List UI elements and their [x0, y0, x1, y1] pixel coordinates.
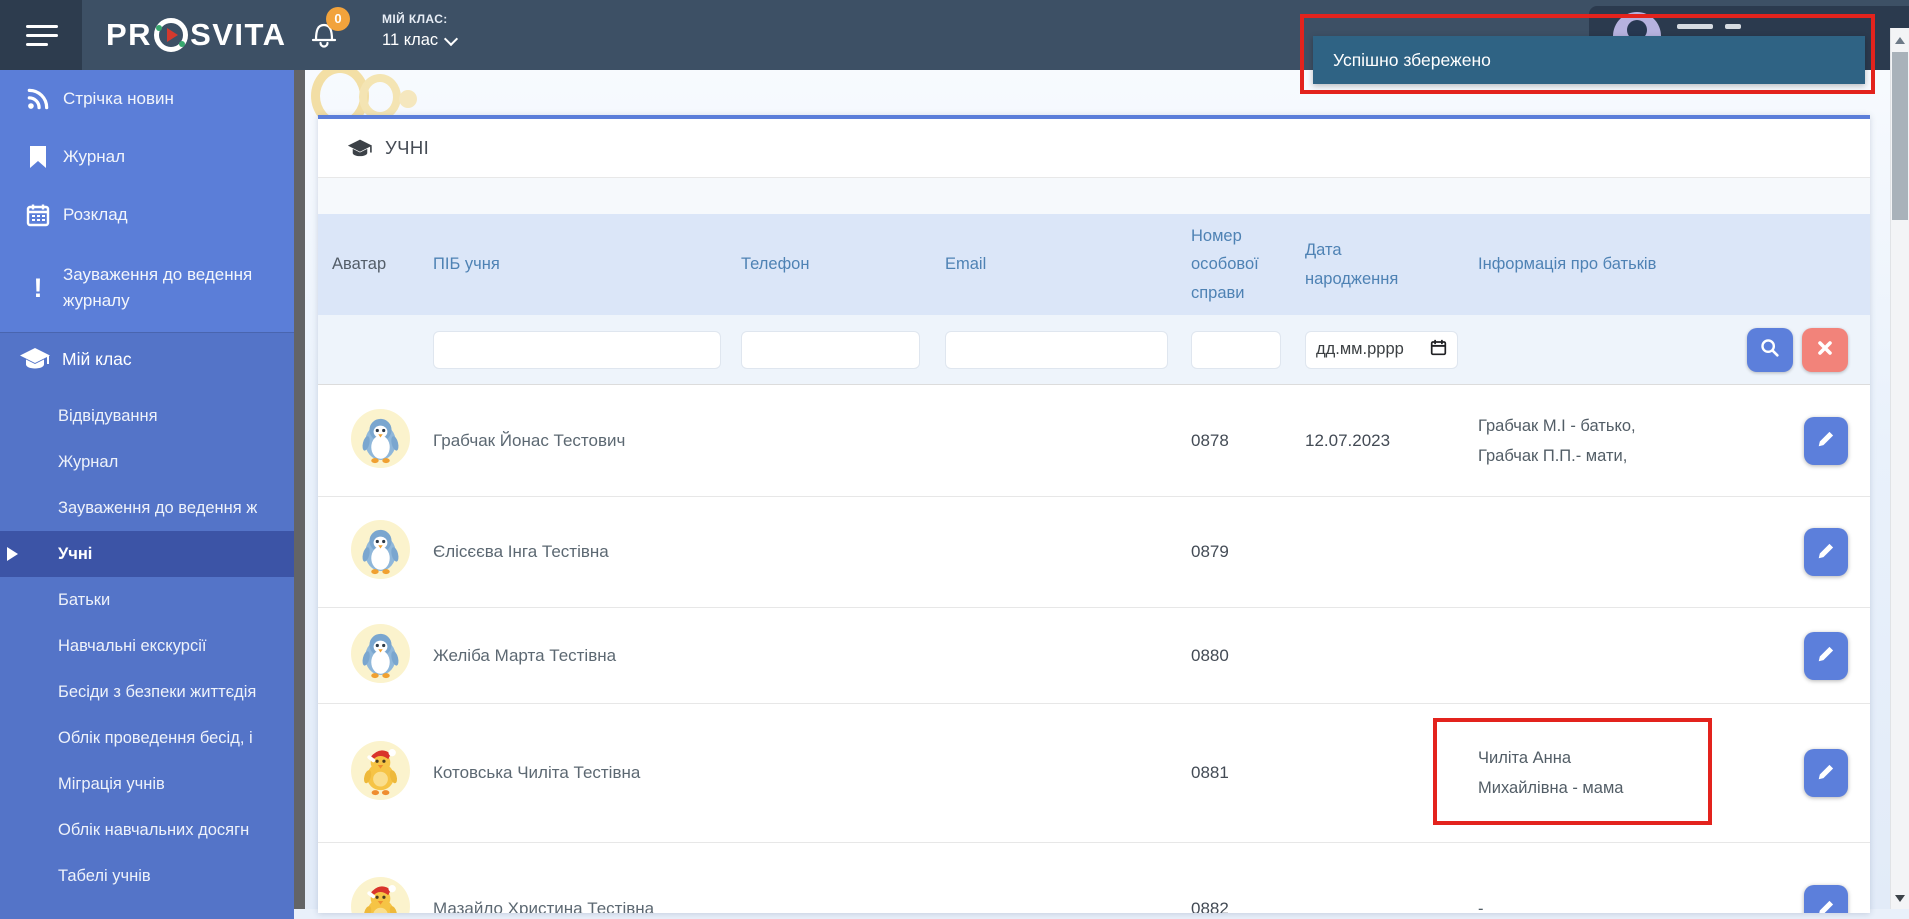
graduation-cap-icon — [347, 138, 373, 159]
student-avatar-chick — [351, 877, 410, 913]
pencil-icon — [1816, 762, 1836, 785]
student-avatar-penguin — [351, 408, 410, 468]
sidebar-section-my-class[interactable]: Мій клас — [0, 333, 294, 385]
my-class-label: МІЙ КЛАС: — [382, 12, 448, 26]
filter-row: дд.мм.рррр — [318, 315, 1870, 385]
scroll-down-icon[interactable] — [1895, 895, 1905, 902]
parents-info: - — [1478, 900, 1484, 913]
students-panel: УЧНІ Аватар ПІБ учня Телефон Email Номер… — [318, 115, 1870, 913]
student-name: Желіба Марта Тестівна — [433, 645, 617, 665]
table-row: Єлісєєва Інга Тестівна 0879 — [318, 497, 1870, 608]
sidebar-item-schedule[interactable]: Розклад — [0, 186, 294, 244]
sidebar-item-achievements[interactable]: Облік навчальних досягн — [0, 807, 294, 853]
table-row: Грабчак Йонас Тестович 0878 12.07.2023 Г… — [318, 385, 1870, 497]
sidebar-item-safety-talks[interactable]: Бесіди з безпеки життєдія — [0, 669, 294, 715]
calendar-icon[interactable] — [1430, 339, 1447, 361]
chevron-down-icon — [444, 31, 459, 46]
pencil-icon — [1816, 541, 1836, 564]
filter-phone-input[interactable] — [741, 330, 920, 369]
hamburger-menu-icon[interactable] — [0, 0, 82, 70]
student-file-number: 0879 — [1191, 542, 1229, 561]
sidebar-item-class-journal[interactable]: Журнал — [0, 439, 294, 485]
logo-o-icon — [154, 18, 189, 52]
vertical-scrollbar[interactable] — [1890, 28, 1909, 909]
my-class-dropdown[interactable]: МІЙ КЛАС: 11 клас — [382, 12, 459, 50]
parents-info: Чиліта Анна Михайлівна - мама — [1478, 749, 1624, 797]
toast-success: Успішно збережено — [1313, 36, 1865, 84]
sidebar-item-journal-remarks[interactable]: ! Зауваження до ведення журналу — [0, 244, 294, 332]
filter-birth-date-input[interactable]: дд.мм.рррр — [1305, 330, 1458, 369]
main-content: УЧНІ Аватар ПІБ учня Телефон Email Номер… — [305, 64, 1890, 913]
filter-email-input[interactable] — [945, 330, 1168, 369]
student-file-number: 0881 — [1191, 763, 1229, 782]
student-name: Грабчак Йонас Тестович — [433, 430, 626, 450]
user-name-fragment — [1677, 24, 1713, 29]
brand-text-right: SVITA — [190, 17, 287, 52]
student-avatar-penguin — [351, 520, 410, 579]
my-class-value: 11 клас — [382, 31, 439, 49]
pencil-icon — [1816, 644, 1836, 667]
student-file-number: 0882 — [1191, 899, 1229, 913]
column-header-birth-date[interactable]: Дата народження — [1305, 236, 1478, 293]
scroll-up-icon[interactable] — [1895, 37, 1905, 44]
rss-icon — [24, 85, 52, 113]
student-avatar-penguin — [351, 623, 410, 683]
notification-badge: 0 — [326, 7, 350, 31]
edit-student-button[interactable] — [1804, 416, 1848, 465]
student-birth-date: 12.07.2023 — [1305, 430, 1391, 450]
sidebar-item-report-cards[interactable]: Табелі учнів — [0, 853, 294, 899]
filter-name-input[interactable] — [433, 330, 721, 369]
student-name: Котовська Чиліта Тестівна — [433, 763, 641, 782]
column-header-parents-info: Інформація про батьків — [1478, 255, 1657, 274]
student-file-number: 0880 — [1191, 645, 1229, 665]
column-header-avatar: Аватар — [332, 255, 387, 274]
sidebar-content-divider — [294, 70, 305, 909]
sidebar-item-journal[interactable]: Журнал — [0, 128, 294, 186]
pencil-icon — [1816, 898, 1836, 913]
sidebar-item-attendance[interactable]: Відвідування — [0, 393, 294, 439]
graduation-cap-icon — [18, 344, 52, 374]
active-arrow-icon — [7, 547, 18, 561]
user-name-fragment — [1725, 24, 1741, 29]
sidebar-item-news-feed[interactable]: Стрічка новин — [0, 70, 294, 128]
sidebar-item-students[interactable]: Учні — [0, 531, 294, 577]
my-class-section: Мій клас Відвідування Журнал Зауваження … — [0, 332, 294, 919]
brand-text-left: PR — [106, 17, 153, 52]
edit-student-button[interactable] — [1804, 631, 1848, 680]
edit-student-button[interactable] — [1804, 749, 1848, 797]
student-avatar-chick — [351, 741, 410, 800]
x-cross-icon — [1817, 340, 1833, 359]
search-button[interactable] — [1747, 327, 1793, 372]
sidebar-item-class-remarks[interactable]: Зауваження до ведення ж — [0, 485, 294, 531]
exclamation-icon: ! — [33, 272, 43, 303]
sidebar-item-parents[interactable]: Батьки — [0, 577, 294, 623]
table-row: Желіба Марта Тестівна 0880 — [318, 608, 1870, 704]
edit-student-button[interactable] — [1804, 528, 1848, 576]
sidebar: Стрічка новин Журнал Розклад ! Зауваженн… — [0, 70, 294, 919]
filter-file-number-input[interactable] — [1191, 330, 1281, 369]
pencil-icon — [1816, 429, 1836, 452]
student-file-number: 0878 — [1191, 430, 1229, 450]
sidebar-item-talks-record[interactable]: Облік проведення бесід, і — [0, 715, 294, 761]
sidebar-item-excursions[interactable]: Навчальні екскурсії — [0, 623, 294, 669]
student-name: Мазайло Христина Тестівна — [433, 899, 655, 913]
clear-filters-button[interactable] — [1802, 327, 1848, 372]
column-header-email[interactable]: Email — [945, 250, 1191, 278]
student-name: Єлісєєва Інга Тестівна — [433, 542, 609, 561]
column-header-name[interactable]: ПІБ учня — [433, 250, 741, 278]
table-row: Мазайло Христина Тестівна 0882 - — [318, 843, 1870, 913]
calendar-icon — [24, 201, 52, 229]
bookmark-icon — [24, 143, 52, 171]
prosvita-logo[interactable]: PR SVITA — [106, 0, 287, 70]
table-row: Котовська Чиліта Тестівна 0881 Чиліта Ан… — [318, 704, 1870, 843]
table-header-row: Аватар ПІБ учня Телефон Email Номер особ… — [318, 214, 1870, 315]
scrollbar-thumb[interactable] — [1892, 52, 1908, 220]
search-icon — [1759, 337, 1781, 362]
notifications-bell-icon[interactable]: 0 — [308, 7, 360, 62]
column-header-file-number[interactable]: Номер особової справи — [1191, 222, 1305, 307]
parents-info: Грабчак М.І - батько, Грабчак П.П.- мати… — [1478, 416, 1636, 465]
sidebar-item-student-migration[interactable]: Міграція учнів — [0, 761, 294, 807]
column-header-phone[interactable]: Телефон — [741, 250, 945, 278]
page-title: УЧНІ — [385, 137, 430, 158]
